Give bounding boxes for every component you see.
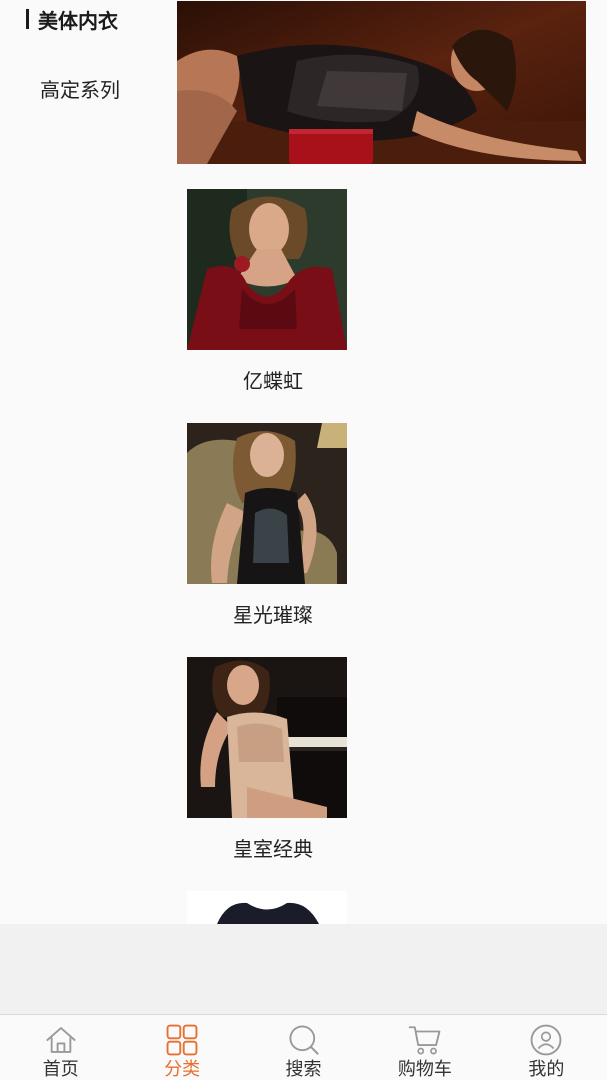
product-photo bbox=[187, 891, 347, 924]
product-image-huangshi[interactable] bbox=[187, 657, 347, 818]
category-title-text: 美体内衣 bbox=[38, 8, 118, 33]
tab-category-label: 分类 bbox=[164, 1059, 201, 1080]
grid-icon bbox=[166, 1024, 198, 1056]
product-name-1[interactable]: 亿蝶虹 bbox=[187, 365, 359, 394]
product-image-partial[interactable] bbox=[187, 891, 347, 924]
active-category-indicator bbox=[26, 9, 29, 29]
category-title[interactable]: 美体内衣 bbox=[26, 6, 118, 33]
tab-profile[interactable]: 我的 bbox=[486, 1015, 607, 1080]
tab-cart-label: 购物车 bbox=[397, 1059, 452, 1080]
bottom-tab-bar: 首页 分类 搜索 购物车 我的 bbox=[0, 1014, 607, 1080]
product-image-xingguang[interactable] bbox=[187, 423, 347, 584]
product-name-2[interactable]: 星光璀璨 bbox=[187, 599, 359, 628]
category-page: 美体内衣 高定系列 亿蝶虹 星光璀璨 皇室经典 首页 分类 搜索 购物车 我的 bbox=[0, 0, 607, 1080]
banner-photo bbox=[177, 1, 586, 164]
tab-search-label: 搜索 bbox=[285, 1059, 322, 1080]
category-banner-image[interactable] bbox=[177, 1, 586, 164]
tab-category[interactable]: 分类 bbox=[121, 1015, 242, 1080]
cart-icon bbox=[408, 1026, 441, 1055]
search-icon bbox=[288, 1025, 319, 1055]
tab-profile-label: 我的 bbox=[528, 1059, 565, 1080]
user-icon bbox=[530, 1024, 562, 1056]
product-photo bbox=[187, 657, 347, 818]
tab-home[interactable]: 首页 bbox=[0, 1015, 121, 1080]
tab-home-label: 首页 bbox=[42, 1059, 79, 1080]
product-photo bbox=[187, 423, 347, 584]
home-icon bbox=[46, 1027, 76, 1053]
tab-cart[interactable]: 购物车 bbox=[364, 1015, 485, 1080]
tab-search[interactable]: 搜索 bbox=[243, 1015, 364, 1080]
product-image-yidiehong[interactable] bbox=[187, 189, 347, 350]
product-name-3[interactable]: 皇室经典 bbox=[187, 833, 359, 862]
subcategory-label[interactable]: 高定系列 bbox=[40, 74, 120, 103]
empty-content-area bbox=[0, 924, 607, 1014]
product-photo bbox=[187, 189, 347, 350]
